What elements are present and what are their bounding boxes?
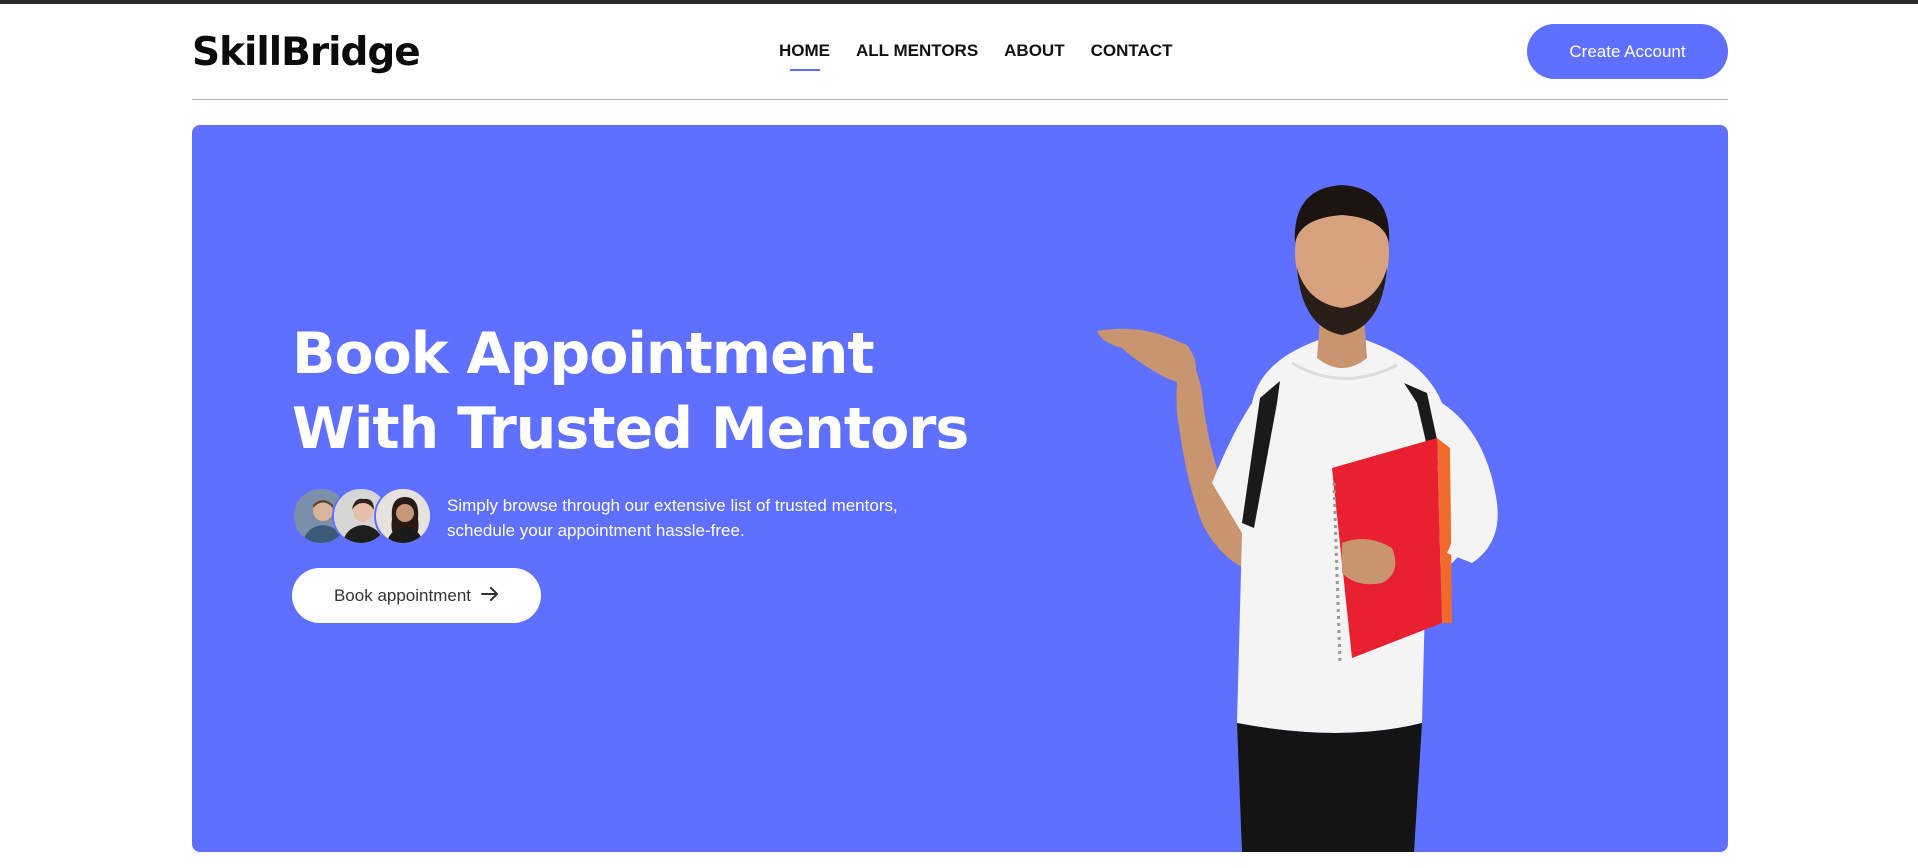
mentor-avatar-group	[292, 487, 432, 547]
nav-item-home[interactable]: HOME	[779, 41, 830, 61]
header-divider	[192, 99, 1728, 100]
main-nav: HOME ALL MENTORS ABOUT CONTACT	[779, 41, 1172, 61]
book-appointment-button[interactable]: Book appointment	[292, 568, 541, 623]
hero-banner: Book Appointment With Trusted Mentors Si…	[192, 125, 1728, 852]
nav-item-all-mentors[interactable]: ALL MENTORS	[856, 41, 978, 61]
arrow-right-icon	[481, 586, 499, 606]
hero-title: Book Appointment With Trusted Mentors	[292, 317, 972, 467]
hero-mentor-image	[1092, 103, 1592, 852]
nav-item-about[interactable]: ABOUT	[1004, 41, 1064, 61]
site-header: SkillBridge HOME ALL MENTORS ABOUT CONTA…	[192, 4, 1728, 100]
hero-title-line-2: With Trusted Mentors	[292, 396, 969, 462]
hero-description: Simply browse through our extensive list…	[447, 493, 927, 543]
hero-title-line-1: Book Appointment	[292, 321, 875, 387]
book-appointment-label: Book appointment	[333, 585, 472, 605]
nav-item-contact[interactable]: CONTACT	[1091, 41, 1173, 61]
hero-description-line-1: Simply browse through our extensive list…	[447, 496, 898, 515]
create-account-button[interactable]: Create Account	[1527, 24, 1728, 79]
avatar	[374, 487, 432, 545]
site-logo[interactable]: SkillBridge	[192, 30, 421, 75]
hero-description-line-2: schedule your appointment hassle-free.	[447, 521, 745, 540]
